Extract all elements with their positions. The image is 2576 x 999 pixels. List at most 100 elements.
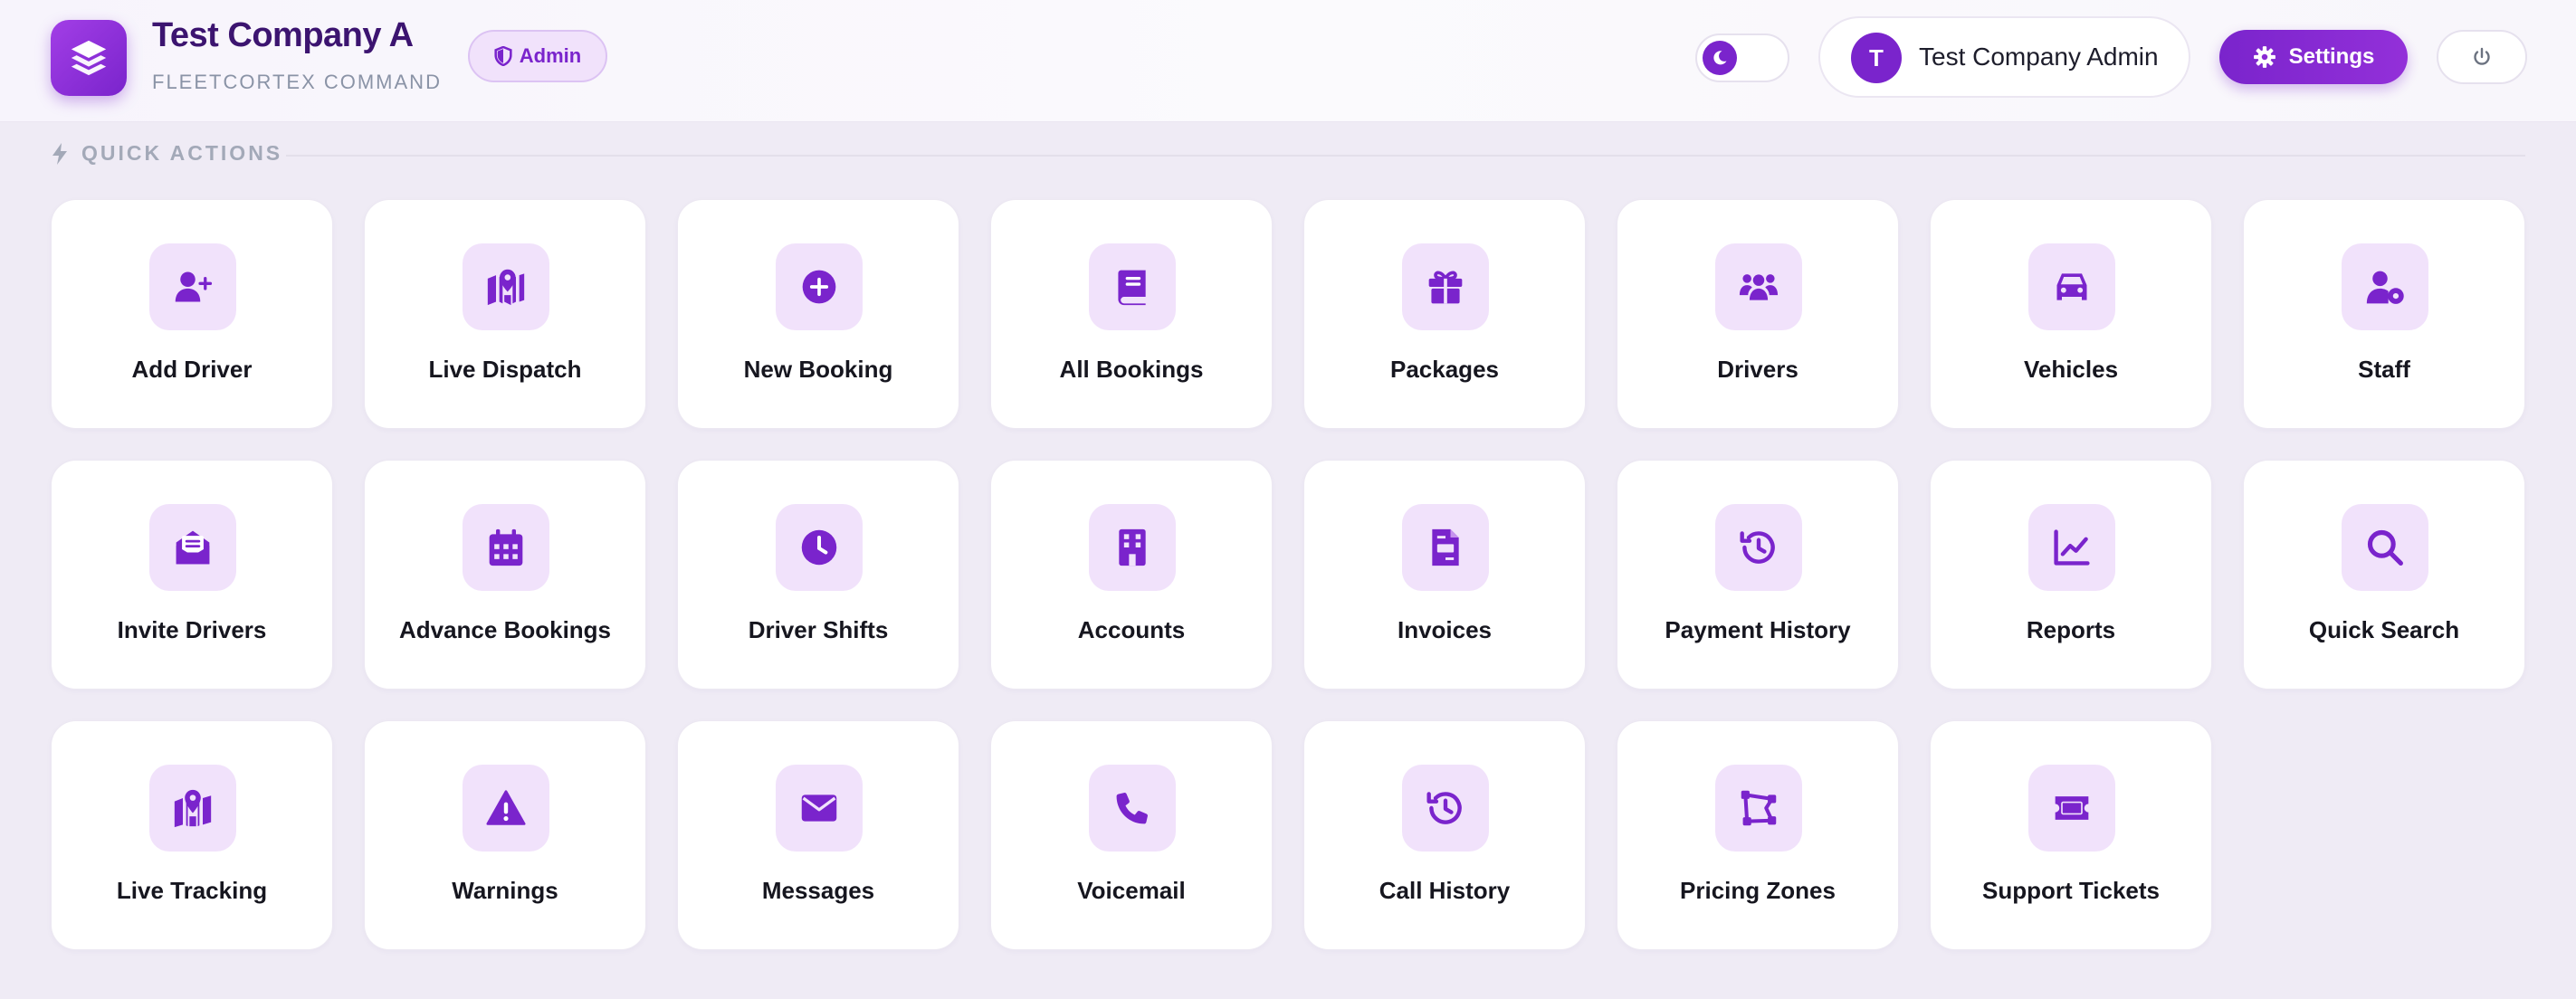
user-gear-icon (2366, 271, 2404, 304)
map-pin-icon (487, 269, 525, 306)
quick-action-quick-search[interactable]: Quick Search (2243, 460, 2525, 690)
quick-action-warnings[interactable]: Warnings (364, 720, 646, 950)
card-label: Driver Shifts (748, 616, 889, 643)
card-label: Pricing Zones (1680, 877, 1836, 904)
card-label: Payment History (1665, 616, 1851, 643)
icon-tile (1402, 504, 1489, 591)
app-logo[interactable] (51, 20, 127, 96)
quick-action-accounts[interactable]: Accounts (990, 460, 1273, 690)
map-location-icon (174, 789, 212, 828)
quick-action-new-booking[interactable]: New Booking (677, 199, 959, 429)
card-label: Invoices (1397, 616, 1493, 643)
quick-action-vehicles[interactable]: Vehicles (1930, 199, 2212, 429)
invoice-icon (1432, 528, 1459, 566)
card-label: Warnings (452, 877, 558, 904)
moon-icon (1713, 51, 1727, 65)
quick-action-live-tracking[interactable]: Live Tracking (51, 720, 333, 950)
icon-tile (149, 243, 236, 330)
quick-action-invoices[interactable]: Invoices (1303, 460, 1586, 690)
icon-tile (2342, 504, 2428, 591)
quick-action-packages[interactable]: Packages (1303, 199, 1586, 429)
role-badge: Admin (468, 30, 607, 82)
quick-action-payment-history[interactable]: Payment History (1617, 460, 1899, 690)
avatar: T (1851, 33, 1902, 83)
warning-icon (486, 790, 526, 825)
quick-action-advance-bookings[interactable]: Advance Bookings (364, 460, 646, 690)
icon-tile (1089, 243, 1176, 330)
quick-action-staff[interactable]: Staff (2243, 199, 2525, 429)
card-label: Quick Search (2308, 616, 2460, 643)
card-label: Messages (761, 877, 875, 904)
quick-action-add-driver[interactable]: Add Driver (51, 199, 333, 429)
layers-icon (71, 40, 107, 76)
icon-tile (2028, 504, 2115, 591)
logout-button[interactable] (2437, 30, 2527, 84)
settings-label: Settings (2288, 44, 2375, 69)
phone-icon (1116, 793, 1148, 824)
icon-tile (2028, 765, 2115, 852)
quick-actions-grid: Add Driver Live Dispatch New Booking All… (51, 199, 2525, 950)
gear-icon (2253, 46, 2275, 68)
card-label: Call History (1379, 877, 1511, 904)
quick-action-messages[interactable]: Messages (677, 720, 959, 950)
user-plus-icon (175, 271, 213, 302)
theme-toggle[interactable] (1695, 33, 1789, 82)
card-label: New Booking (743, 356, 893, 383)
quick-action-all-bookings[interactable]: All Bookings (990, 199, 1273, 429)
plus-circle-icon (802, 270, 836, 304)
power-icon (2474, 47, 2490, 65)
calendar-icon (489, 528, 523, 566)
history-icon (1426, 792, 1462, 824)
card-label: Accounts (1077, 616, 1186, 643)
quick-action-pricing-zones[interactable]: Pricing Zones (1617, 720, 1899, 950)
quick-action-call-history[interactable]: Call History (1303, 720, 1586, 950)
card-label: All Bookings (1059, 356, 1204, 383)
icon-tile (463, 765, 549, 852)
quick-action-live-dispatch[interactable]: Live Dispatch (364, 199, 646, 429)
settings-button[interactable]: Settings (2219, 30, 2408, 84)
card-label: Advance Bookings (398, 616, 612, 643)
icon-tile (149, 765, 236, 852)
icon-tile (1089, 504, 1176, 591)
quick-action-driver-shifts[interactable]: Driver Shifts (677, 460, 959, 690)
card-label: Packages (1390, 356, 1499, 383)
icon-tile (2342, 243, 2428, 330)
chart-line-icon (2054, 529, 2090, 566)
icon-tile (1715, 504, 1802, 591)
quick-action-voicemail[interactable]: Voicemail (990, 720, 1273, 950)
section-divider (286, 155, 2525, 157)
role-badge-label: Admin (519, 44, 582, 67)
quick-action-drivers[interactable]: Drivers (1617, 199, 1899, 429)
icon-tile (1402, 243, 1489, 330)
book-icon (1118, 270, 1146, 306)
search-icon (2367, 529, 2403, 566)
card-label: Invite Drivers (117, 616, 267, 643)
shield-icon (494, 46, 512, 66)
car-icon (2056, 273, 2087, 300)
icon-tile (1715, 765, 1802, 852)
quick-action-support-tickets[interactable]: Support Tickets (1930, 720, 2212, 950)
icon-tile (2028, 243, 2115, 330)
icon-tile (1715, 243, 1802, 330)
card-label: Drivers (1717, 356, 1798, 383)
section-title: QUICK ACTIONS (81, 141, 283, 165)
card-label: Live Tracking (116, 877, 268, 904)
card-label: Reports (2026, 616, 2116, 643)
quick-action-invite-drivers[interactable]: Invite Drivers (51, 460, 333, 690)
user-menu[interactable]: T Test Company Admin (1818, 16, 2190, 98)
draw-polygon-icon (1741, 790, 1777, 826)
card-label: Live Dispatch (428, 356, 582, 383)
icon-tile (776, 765, 863, 852)
bolt-icon (52, 142, 67, 165)
quick-actions-header: QUICK ACTIONS (51, 141, 282, 166)
gift-icon (1428, 271, 1463, 304)
users-icon (1739, 274, 1779, 300)
icon-tile (463, 243, 549, 330)
quick-action-reports[interactable]: Reports (1930, 460, 2212, 690)
product-name: FLEETCORTEX COMMAND (152, 71, 442, 93)
icon-tile (776, 243, 863, 330)
icon-tile (149, 504, 236, 591)
history-icon (1740, 531, 1775, 564)
card-label: Vehicles (2023, 356, 2119, 383)
card-label: Add Driver (131, 356, 253, 383)
